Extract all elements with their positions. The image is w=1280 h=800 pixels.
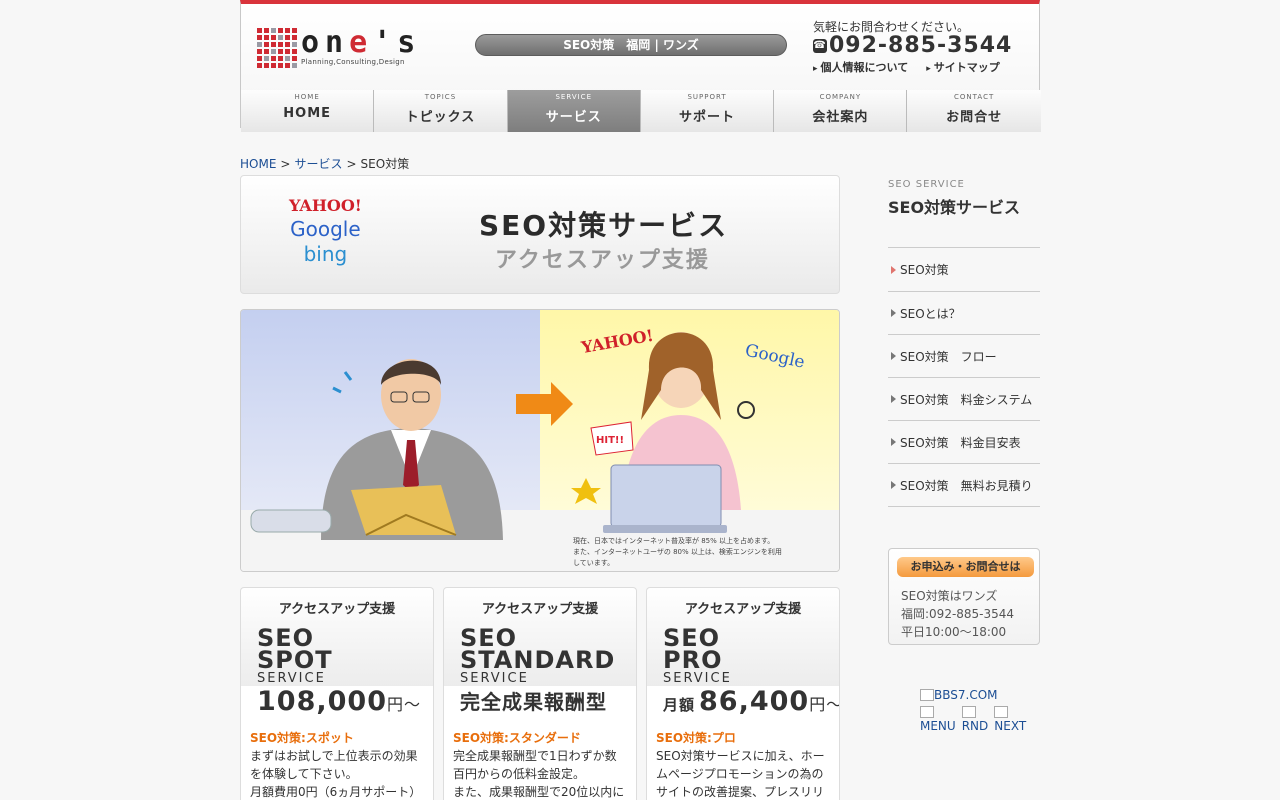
card-price: 完全成果報酬型 (444, 686, 636, 718)
header-links: 個人情報について サイトマップ (813, 59, 1000, 75)
bing-logo: bing (303, 242, 348, 266)
broken-image-icon (994, 706, 1009, 718)
hero-illustration-graphic: YAHOO! Google HIT!! (241, 310, 839, 571)
logo-mark-icon (257, 28, 297, 68)
sidebar-heading: SEO対策サービス (888, 198, 1021, 217)
nav-company[interactable]: COMPANY 会社案内 (774, 90, 908, 132)
phone-icon: ☎ (813, 38, 827, 53)
logo-tagline: Planning,Consulting,Design (301, 58, 405, 66)
sidebar-contact-box: お申込み・お問合せは SEO対策はワンズ 福岡:092-885-3544 平日1… (888, 548, 1040, 645)
global-nav: HOME HOME TOPICS トピックス SERVICE サービス SUPP… (241, 90, 1041, 132)
broken-image-icon (920, 689, 934, 701)
sidebar-item-free-estimate[interactable]: SEO対策 無料お見積り (888, 464, 1040, 507)
nav-home[interactable]: HOME HOME (241, 90, 375, 132)
sidebar-item-what-is-seo[interactable]: SEOとは？ (888, 292, 1040, 335)
card-description: まずはお試しで上位表示の効果 を体験して下さい。 月額費用0円（6ヵ月サポート） (250, 749, 422, 799)
search-engine-logos: YAHOO! Google bing (289, 196, 362, 266)
card-name[interactable]: SEO対策:スタンダード (453, 729, 581, 746)
next-link[interactable]: NEXT (994, 706, 1026, 733)
card-name[interactable]: SEO対策:スポット (250, 729, 354, 746)
header-phone: ☎ 092-885-3544 (813, 33, 1012, 58)
sidebar-item-price-table[interactable]: SEO対策 料金目安表 (888, 421, 1040, 464)
logo-wordmark: one's (301, 25, 422, 60)
broken-image-icon (920, 706, 934, 718)
service-card-spot[interactable]: アクセスアップ支援 SEO SPOT SERVICE 108,000円～ SEO… (240, 587, 434, 800)
sidebar-menu: SEO対策 SEOとは？ SEO対策 フロー SEO対策 料金システム SEO対… (888, 247, 1040, 507)
breadcrumb: HOME > サービス > SEO対策 (240, 157, 410, 171)
sidebar-item-pricing-system[interactable]: SEO対策 料金システム (888, 378, 1040, 421)
nav-topics[interactable]: TOPICS トピックス (374, 90, 508, 132)
broken-image-icon (961, 706, 976, 718)
illustration-note: 現在、日本ではインターネット普及率が 85% 以上を占めます。 また、インターネ… (573, 537, 782, 567)
page-title: SEO対策サービス (479, 209, 729, 242)
page-wrapper: one's Planning,Consulting,Design SEO対策 福… (240, 0, 1041, 800)
nav-contact[interactable]: CONTACT お問合せ (907, 90, 1041, 132)
card-description: 完全成果報酬型で1日わずか数 百円からの低料金設定。 また、成果報酬型で20位以… (453, 749, 625, 799)
phone-number: 092-885-3544 (829, 33, 1013, 58)
breadcrumb-home[interactable]: HOME (240, 157, 276, 171)
nav-service[interactable]: SERVICE サービス (507, 90, 641, 132)
card-description: SEO対策サービスに加え、ホー ムページプロモーションの為の サイトの改善提案、… (656, 749, 825, 799)
page-subtitle: アクセスアップ支援 (495, 248, 710, 273)
card-price: 月額 86,400円～ (647, 686, 839, 718)
logo[interactable]: one's Planning,Consulting,Design (257, 28, 421, 68)
random-link[interactable]: RND (961, 706, 988, 733)
service-card-pro[interactable]: アクセスアップ支援 SEO PRO SERVICE 月額 86,400円～ SEO… (646, 587, 840, 800)
sitemap-link[interactable]: サイトマップ (926, 59, 1000, 75)
hero-illustration: YAHOO! Google HIT!! 現在、日本ではインターネット普及率が 8… (240, 309, 840, 572)
sidebar-heading-en: SEO SERVICE (888, 179, 965, 190)
title-banner: YAHOO! Google bing SEO対策サービス アクセスアップ支援 (240, 175, 840, 294)
menu-link[interactable]: MENU (920, 706, 956, 733)
breadcrumb-current: SEO対策 (360, 157, 410, 171)
breadcrumb-service[interactable]: サービス (294, 157, 342, 171)
contact-box-heading[interactable]: お申込み・お問合せは (897, 557, 1034, 577)
privacy-link[interactable]: 個人情報について (813, 59, 909, 75)
header-tagline: SEO対策 福岡 | ワンズ (475, 34, 787, 56)
hit-label: HIT!! (596, 435, 624, 446)
nav-support[interactable]: SUPPORT サポート (640, 90, 775, 132)
service-card-standard[interactable]: アクセスアップ支援 SEO STANDARD SERVICE 完全成果報酬型 S… (443, 587, 637, 800)
sidebar-external-links: BBS7.COM MENU RND NEXT (920, 688, 1026, 733)
sidebar-item-flow[interactable]: SEO対策 フロー (888, 335, 1040, 378)
card-price: 108,000円～ (241, 686, 433, 718)
yahoo-logo: YAHOO! (289, 196, 362, 215)
site-header: one's Planning,Consulting,Design SEO対策 福… (240, 0, 1041, 132)
bbs-link[interactable]: BBS7.COM (920, 688, 1026, 702)
card-name[interactable]: SEO対策:プロ (656, 729, 736, 746)
sidebar-item-seo[interactable]: SEO対策 (888, 248, 1040, 292)
google-logo: Google (290, 217, 361, 241)
